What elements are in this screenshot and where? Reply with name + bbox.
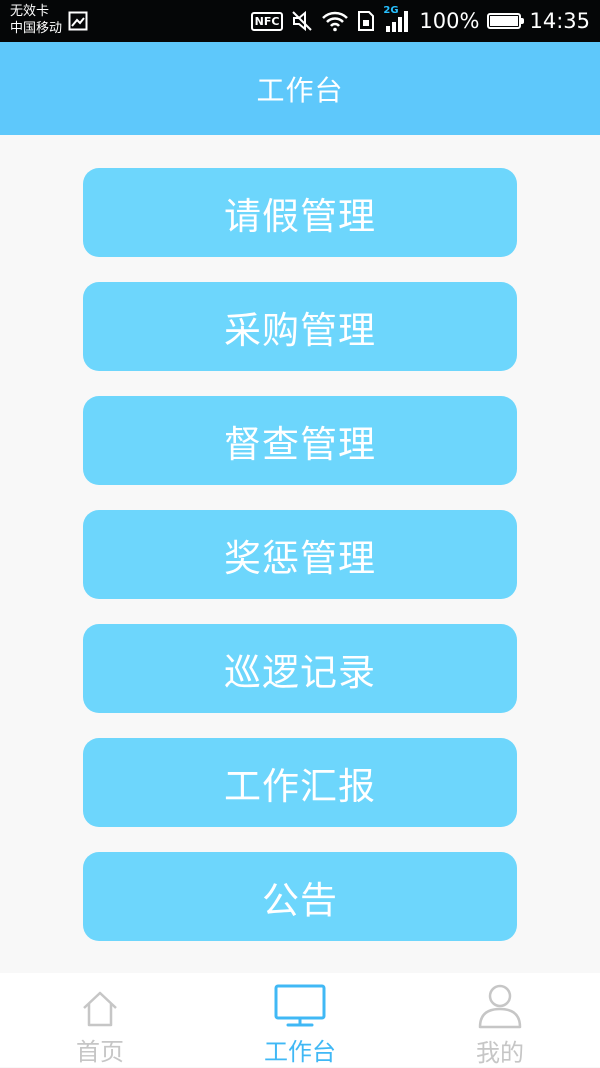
status-icons: NFC 2G 100% 14:35: [250, 0, 590, 42]
clock: 14:35: [529, 9, 590, 33]
signal-strength: 2G: [383, 5, 411, 34]
battery-icon: [487, 13, 525, 29]
wifi-icon: [322, 11, 349, 32]
work-report-button[interactable]: 工作汇报: [83, 738, 517, 827]
page-title: 工作台: [256, 73, 344, 107]
battery-percent: 100%: [419, 9, 480, 33]
announcement-button[interactable]: 公告: [83, 852, 517, 941]
nfc-icon: NFC: [250, 11, 284, 31]
nav-label-workbench: 工作台: [264, 1038, 336, 1066]
bottom-navigation: 首页 工作台 我的: [0, 973, 600, 1067]
nav-label-home: 首页: [76, 1038, 124, 1066]
app-header: 工作台: [0, 42, 600, 135]
sim-card-icon: [358, 11, 375, 31]
nav-label-mine: 我的: [476, 1039, 524, 1067]
user-icon: [478, 984, 522, 1029]
carrier-info: 无效卡 中国移动: [10, 3, 62, 37]
leave-management-button[interactable]: 请假管理: [83, 168, 517, 257]
monitor-icon: [274, 984, 326, 1027]
purchase-management-button[interactable]: 采购管理: [83, 282, 517, 371]
patrol-records-button[interactable]: 巡逻记录: [83, 624, 517, 713]
nav-item-home[interactable]: 首页: [0, 973, 200, 1067]
nav-item-workbench[interactable]: 工作台: [200, 973, 400, 1067]
workbench-menu: 请假管理 采购管理 督查管理 奖惩管理 巡逻记录 工作汇报 公告: [83, 168, 517, 966]
inspection-management-button[interactable]: 督查管理: [83, 396, 517, 485]
home-icon: [83, 991, 117, 1027]
signal-icon: [386, 11, 409, 32]
image-notification-icon: [68, 11, 88, 31]
nav-item-mine[interactable]: 我的: [400, 973, 600, 1067]
mute-icon: [292, 10, 313, 32]
status-bar: 无效卡 中国移动 NFC 2G 100% 14:35: [0, 0, 600, 42]
carrier-line-1: 无效卡: [10, 4, 50, 19]
carrier-line-2: 中国移动: [10, 21, 63, 36]
reward-punishment-button[interactable]: 奖惩管理: [83, 510, 517, 599]
